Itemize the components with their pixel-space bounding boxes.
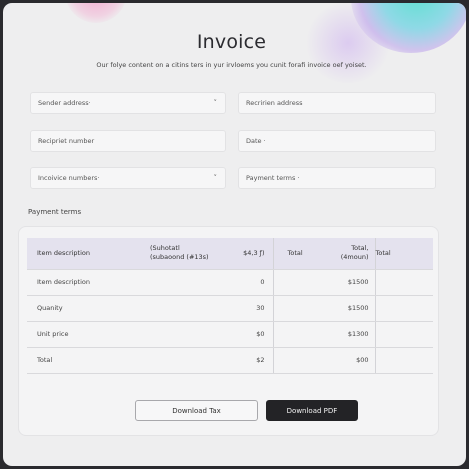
header-total: Total [272,238,323,270]
row-total-2 [374,295,433,322]
table-row: Total $2 $00 [27,347,433,374]
payment-terms-label: Payment terms · [246,174,300,182]
header-subtotal-label: (Suhotatl (subaoond (#13s) [150,244,209,262]
download-pdf-button[interactable]: Download PDF [266,400,358,421]
row-label: Unit price [27,321,150,348]
invoice-number-label: Incoivice numbers· [38,174,100,182]
table-row: Quanity 30 $1500 [27,295,433,322]
row-total-amount: $1500 [323,295,375,322]
download-tax-button[interactable]: Download Tax [135,400,258,421]
row-total-amount: $00 [323,347,375,374]
row-total-2 [374,321,433,348]
row-label: Item description [27,269,150,296]
row-total-amount: $1300 [323,321,375,348]
row-subtotal: $0 [150,321,273,348]
sender-address-label: Sender address· [38,99,91,107]
page-subtitle: Our folye content on a citins ters in yu… [96,61,367,69]
table-row: Unit price $0 $1300 [27,321,433,348]
invoice-table: Item description (Suhotatl (subaoond (#1… [27,238,433,374]
table-header-row: Item description (Suhotatl (subaoond (#1… [27,238,433,270]
recipient-number-label: Recipriet number [38,137,95,145]
row-total-amount: $1500 [323,269,375,296]
recipient-address-label: Recririen address [246,99,303,107]
header-total-amount: Total, (4moun) [323,238,375,270]
invoice-number-select[interactable]: Incoivice numbers· ˅ [30,167,226,189]
header-subtotal: (Suhotatl (subaoond (#13s) $4,3 ƒ) [150,238,273,270]
row-label: Total [27,347,150,374]
row-total [272,321,323,348]
decorative-pink-blob [65,3,127,23]
page-title: Invoice [196,31,267,53]
chevron-down-icon: ˅ [213,174,218,182]
header-total-2: Total [374,238,433,270]
payment-terms-field[interactable]: Payment terms · [238,167,436,189]
payment-terms-heading: Payment terms [28,208,82,216]
date-label: Date · [246,137,266,145]
row-subtotal: 30 [150,295,273,322]
chevron-down-icon: ˅ [213,99,218,107]
recipient-address-field[interactable]: Recririen address [238,92,436,114]
table-row: Item description 0 $1500 [27,269,433,296]
row-total [272,295,323,322]
row-label: Quanity [27,295,150,322]
header-item-description: Item description [27,238,150,270]
row-total [272,269,323,296]
header-subtotal-value: $4,3 ƒ) [243,249,265,258]
row-subtotal: $2 [150,347,273,374]
date-field[interactable]: Date · [238,130,436,152]
recipient-number-field[interactable]: Recipriet number [30,130,226,152]
row-total-2 [374,269,433,296]
row-total [272,347,323,374]
sender-address-select[interactable]: Sender address· ˅ [30,92,226,114]
row-total-2 [374,347,433,374]
row-subtotal: 0 [150,269,273,296]
